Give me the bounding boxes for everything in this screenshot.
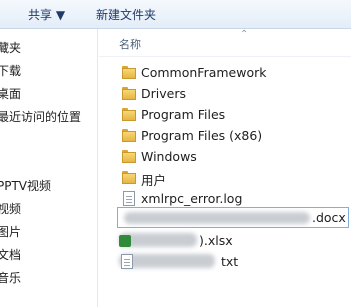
list-item[interactable]: Program Files (x86) (121, 126, 346, 146)
nav-item-favorites[interactable]: 藏夹 (0, 39, 97, 57)
name-column-header[interactable]: 名称 (119, 36, 141, 52)
list-item[interactable]: Drivers (121, 84, 346, 104)
folder-icon (121, 107, 137, 122)
file-name-suffix: .docx (312, 210, 346, 225)
folder-icon (121, 149, 137, 164)
list-item[interactable]: 用户 (121, 168, 346, 188)
folder-icon (121, 86, 137, 101)
folder-icon (121, 128, 137, 143)
redacted-filename-blur (124, 212, 310, 224)
folder-icon (121, 65, 137, 80)
chevron-up-icon: ⌃ (240, 29, 249, 40)
share-label: 共享 ▼ (28, 8, 66, 22)
list-item[interactable]: Windows (121, 147, 346, 167)
header-divider (99, 56, 351, 57)
text-file-icon (119, 254, 135, 269)
new-folder-button[interactable]: 新建文件夹 (96, 6, 156, 23)
nav-item-documents[interactable]: 文档 (0, 246, 97, 264)
list-item[interactable]: xmlrpc_error.log (121, 189, 346, 209)
nav-item-videos[interactable]: 视频 (0, 200, 97, 218)
nav-item-desktop[interactable]: 桌面 (0, 85, 97, 103)
nav-item-pictures[interactable]: 图片 (0, 223, 97, 241)
excel-icon (119, 233, 135, 248)
list-item[interactable]: Program Files (121, 105, 346, 125)
nav-item-downloads[interactable]: 下载 (0, 62, 97, 80)
nav-item-music[interactable]: 音乐 (0, 269, 97, 287)
list-item[interactable]: CommonFramework (121, 63, 346, 83)
nav-item-pptv-video[interactable]: PPTV视频 (0, 177, 97, 195)
nav-item-recent-places[interactable]: 最近访问的位置 (0, 108, 97, 126)
selected-list-item[interactable]: .docx (117, 207, 349, 228)
list-item[interactable]: ).xlsx (119, 231, 346, 251)
file-list: ⌃ 名称 CommonFramework Drivers Program Fil… (99, 29, 351, 307)
share-menu-button[interactable]: 共享 ▼ (28, 6, 65, 23)
folder-icon (121, 170, 137, 185)
log-file-icon (121, 191, 137, 206)
command-bar: 共享 ▼ 新建文件夹 (0, 0, 351, 29)
list-item[interactable]: txt (119, 252, 346, 272)
navigation-pane: 藏夹 下载 桌面 最近访问的位置 PPTV视频 视频 图片 文档 音乐 (0, 29, 98, 307)
